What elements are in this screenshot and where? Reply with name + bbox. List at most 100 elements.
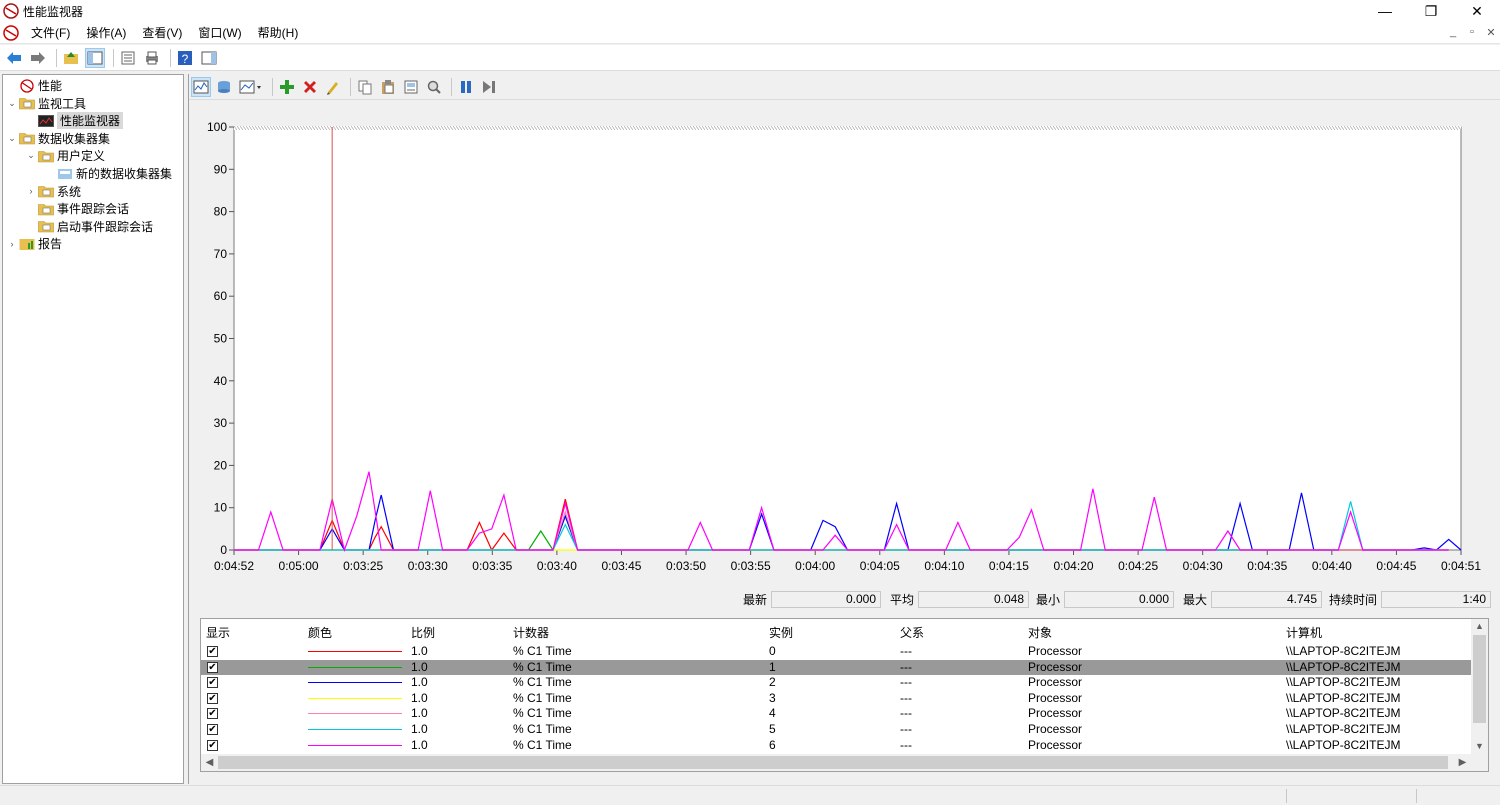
expand-chevron-icon[interactable]: ⌄ [7,98,17,109]
copy-properties-button[interactable] [355,77,375,97]
menu-view[interactable]: 查看(V) [134,22,190,44]
legend-row[interactable]: ✔ 1.0 % C1 Time 0 --- Processor \\LAPTOP-8C2IT… [201,644,1471,660]
tree-item-9[interactable]: › 报告 [7,235,63,252]
view-current-activity-button[interactable] [191,76,211,97]
header-computer[interactable]: 计算机 [1286,624,1322,641]
header-object[interactable]: 对象 [1028,624,1052,641]
properties-button[interactable] [118,48,138,68]
show-checkbox[interactable]: ✔ [207,724,218,735]
show-hide-tree-button[interactable] [85,47,105,68]
performance-icon [19,78,35,93]
help-button[interactable]: ? [175,48,195,68]
collapse-chevron-icon[interactable]: › [7,239,17,249]
minimize-button[interactable]: — [1362,0,1408,22]
up-folder-icon [64,51,78,64]
delete-counter-button[interactable] [300,77,320,97]
expand-chevron-icon[interactable]: ⌄ [7,133,17,144]
scroll-up-icon[interactable]: ▲ [1471,619,1488,633]
legend-horizontal-scrollbar[interactable]: ◀ ▶ [201,754,1488,771]
menu-file[interactable]: 文件(F) [23,22,78,44]
show-checkbox[interactable]: ✔ [207,661,218,673]
cell-parent: --- [900,706,912,721]
tree-item-0[interactable]: 性能 [7,77,62,94]
cell-computer: \\LAPTOP-8C2ITEJM [1286,675,1401,690]
performance-chart[interactable]: 0 10 20 30 40 50 60 70 80 90 100 0:04:52 0:05:00 0:03… [189,102,1500,586]
add-counter-button[interactable] [277,77,297,97]
cell-object: Processor [1028,690,1083,705]
x-tick-label: 0:03:45 [601,559,641,573]
x-tick-label: 0:04:45 [1376,559,1416,573]
show-checkbox[interactable]: ✔ [207,739,218,751]
tree-item-5[interactable]: 新的数据收集器集 [45,165,172,182]
performance-monitor-pane: 0 10 20 30 40 50 60 70 80 90 100 0:04:52 0:05:00 0:03… [188,74,1500,784]
export-list-button[interactable] [142,48,162,68]
mdi-close-button[interactable]: ✕ [1483,26,1499,39]
legend-row[interactable]: ✔ 1.0 % C1 Time 5 --- Processor \\LAPTOP-8C2IT… [201,722,1471,738]
legend-row[interactable]: ✔ 1.0 % C1 Time 4 --- Processor \\LAPTOP-8C2IT… [201,706,1471,722]
header-color[interactable]: 颜色 [308,624,332,641]
mdi-minimize-button[interactable]: _ [1445,26,1461,38]
mdi-restore-button[interactable]: ▫ [1464,26,1480,38]
collapse-chevron-icon[interactable]: › [26,186,36,196]
paste-counter-list-icon [382,79,394,94]
tree-item-4[interactable]: ⌄ 用户定义 [26,147,105,164]
update-data-button[interactable] [479,77,499,97]
legend-row[interactable]: ✔ 1.0 % C1 Time 3 --- Processor \\LAPTOP-8C2IT… [201,691,1471,707]
cell-counter: % C1 Time [513,690,572,705]
forward-button[interactable] [28,48,48,68]
freeze-display-button[interactable] [456,77,476,97]
back-button[interactable] [4,48,24,68]
show-checkbox[interactable]: ✔ [207,708,218,720]
restore-button[interactable]: ❐ [1408,0,1454,22]
scroll-left-icon[interactable]: ◀ [201,754,218,771]
scroll-right-icon[interactable]: ▶ [1454,754,1471,771]
folder-collector-icon [19,131,35,145]
show-hide-action-button[interactable] [199,48,219,68]
close-button[interactable]: ✕ [1454,0,1500,22]
properties-icon [121,51,135,64]
menu-help[interactable]: 帮助(H) [250,22,307,44]
show-checkbox[interactable]: ✔ [207,677,218,689]
tree-item-1[interactable]: ⌄ 监视工具 [7,95,86,112]
cell-computer: \\LAPTOP-8C2ITEJM [1286,644,1401,658]
up-level-button[interactable] [61,48,81,68]
y-tick-label: 10 [214,501,228,515]
show-checkbox[interactable]: ✔ [207,646,218,657]
legend-row[interactable]: ✔ 1.0 % C1 Time 1 --- Processor \\LAPTOP-8C2IT… [201,659,1471,676]
line-chart[interactable]: 0 10 20 30 40 50 60 70 80 90 100 0:04:52 0:05:00 0:03… [189,102,1500,586]
legend-row[interactable]: ✔ 1.0 % C1 Time 6 --- Processor \\LAPTOP-8C2IT… [201,738,1471,754]
tree-item-3[interactable]: ⌄ 数据收集器集 [7,130,110,147]
zoom-button[interactable] [424,77,444,97]
scroll-thumb[interactable] [1473,635,1486,723]
paste-counter-list-button[interactable] [378,77,398,97]
header-scale[interactable]: 比例 [411,624,435,641]
highlight-button[interactable] [323,77,343,97]
expand-chevron-icon[interactable]: ⌄ [26,150,36,161]
legend-vertical-scrollbar[interactable]: ▲ ▼ [1471,619,1488,755]
cell-scale: 1.0 [411,659,428,674]
change-graph-type-button[interactable] [237,77,265,97]
header-parent[interactable]: 父系 [900,624,924,641]
perfmon-app-icon [3,3,19,19]
copy-properties-icon [358,80,372,94]
tree-item-2[interactable]: 性能监视器 [26,112,124,130]
scroll-down-icon[interactable]: ▼ [1471,739,1488,753]
legend-row[interactable]: ✔ 1.0 % C1 Time 2 --- Processor \\LAPTOP-8C2IT… [201,675,1471,691]
tree-item-7[interactable]: 事件跟踪会话 [26,200,129,217]
properties-dialog-button[interactable] [401,77,421,97]
header-show[interactable]: 显示 [206,624,230,641]
tree-item-6[interactable]: › 系统 [26,183,82,200]
show-checkbox[interactable]: ✔ [207,692,218,704]
view-log-data-button[interactable] [214,77,234,97]
status-divider [1416,789,1417,803]
header-counter[interactable]: 计数器 [513,624,549,641]
header-instance[interactable]: 实例 [769,624,793,641]
restore-icon: ❐ [1424,2,1438,19]
scroll-thumb[interactable] [218,756,1448,769]
x-tick-label: 0:04:05 [860,559,900,573]
system-menu-icon[interactable] [3,24,19,41]
menu-window[interactable]: 窗口(W) [190,22,249,44]
tree-item-8[interactable]: 启动事件跟踪会话 [26,218,153,235]
close-icon: ✕ [1471,2,1483,19]
menu-action[interactable]: 操作(A) [78,22,134,44]
